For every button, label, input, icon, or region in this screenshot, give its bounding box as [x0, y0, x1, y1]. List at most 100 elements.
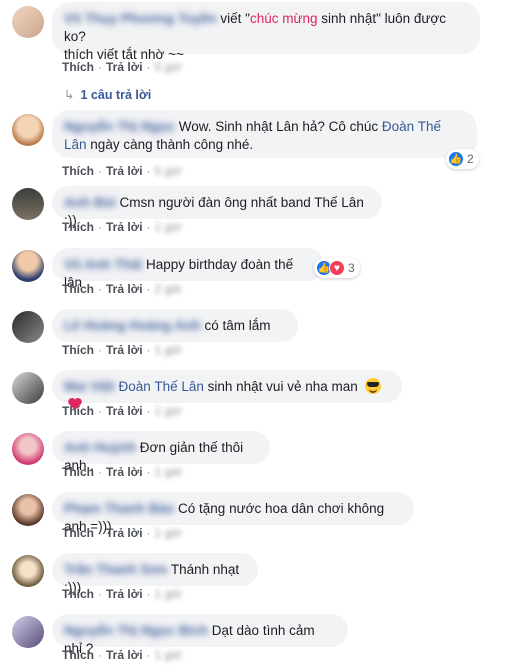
like-action[interactable]: Thích: [62, 526, 94, 540]
comment-bubble: Mai Việt Đoàn Thế Lân sinh nhật vui vẻ n…: [52, 370, 402, 410]
avatar[interactable]: [12, 6, 44, 38]
comment-actions: Thích · Trả lời · 1 giờ: [62, 587, 182, 601]
comment-text: Wow. Sinh nhật Lân hả? Cô chúc: [178, 119, 379, 134]
comment-bubble: Võ Thụy Phương Tuyền viết "chúc mừng sin…: [52, 2, 480, 62]
comment-actions: Thích · Trả lời · 1 giờ: [62, 465, 182, 479]
reaction-count: 2: [467, 152, 474, 166]
comment-time[interactable]: 1 giờ: [155, 648, 182, 662]
comment-bubble: Vũ Anh Thái Happy birthday đoàn thế lân: [52, 248, 324, 290]
comment-time[interactable]: 2 giờ: [155, 282, 182, 296]
love-reaction-icon: ♥: [329, 260, 345, 276]
separator: ·: [98, 343, 102, 357]
comment-bubble: Nguyễn Thị Ngọc Bích Dạt dào tình cảm nh…: [52, 614, 348, 656]
separator: ·: [146, 526, 151, 540]
sunglasses-emoji-icon: [364, 378, 381, 394]
separator: ·: [98, 465, 102, 479]
reply-action[interactable]: Trả lời: [106, 343, 143, 357]
comment-author[interactable]: Vũ Anh Thái: [64, 257, 142, 272]
comment-author[interactable]: Anh Huỳnh: [64, 440, 136, 455]
avatar[interactable]: [12, 433, 44, 465]
like-action[interactable]: Thích: [62, 648, 94, 662]
separator: ·: [98, 526, 102, 540]
view-replies-link[interactable]: ↳ 1 câu trả lời: [64, 87, 151, 102]
comment-author[interactable]: Phạm Thanh Bảo: [64, 501, 174, 516]
comment-author[interactable]: Anh Bùi: [64, 195, 116, 210]
avatar[interactable]: [12, 555, 44, 587]
comment-text: viết ": [220, 11, 250, 26]
comment-author[interactable]: Võ Thụy Phương Tuyền: [64, 11, 217, 26]
comment-author[interactable]: Nguyễn Thị Ngọc Bích: [64, 623, 208, 638]
reply-action[interactable]: Trả lời: [106, 60, 143, 74]
comment-time[interactable]: 1 giờ: [155, 526, 182, 540]
separator: ·: [146, 282, 151, 296]
avatar[interactable]: [12, 250, 44, 282]
like-action[interactable]: Thích: [62, 343, 94, 357]
avatar[interactable]: [12, 188, 44, 220]
comment-time[interactable]: 1 giờ: [155, 404, 182, 418]
comment-time[interactable]: 5 giờ: [155, 164, 182, 178]
separator: ·: [98, 648, 102, 662]
separator: ·: [146, 220, 151, 234]
comment-actions: Thích · Trả lời · 1 giờ: [62, 404, 182, 418]
comment-text: ngày càng thành công nhé.: [90, 137, 254, 152]
comment-actions: Thích · Trả lời · 1 giờ: [62, 220, 182, 234]
separator: ·: [98, 587, 102, 601]
separator: ·: [98, 282, 102, 296]
avatar[interactable]: [12, 616, 44, 648]
reply-action[interactable]: Trả lời: [106, 220, 143, 234]
avatar[interactable]: [12, 372, 44, 404]
comment-time[interactable]: 5 giờ: [155, 60, 182, 74]
like-action[interactable]: Thích: [62, 164, 94, 178]
reply-action[interactable]: Trả lời: [106, 164, 143, 178]
separator: ·: [146, 587, 151, 601]
reply-action[interactable]: Trả lời: [106, 648, 143, 662]
reply-arrow-icon: ↳: [64, 88, 75, 102]
comment-author[interactable]: Mai Việt: [64, 379, 115, 394]
comment-time[interactable]: 1 giờ: [155, 343, 182, 357]
comment-text-highlight: chúc mừng: [249, 11, 318, 26]
reply-action[interactable]: Trả lời: [106, 404, 143, 418]
reply-action[interactable]: Trả lời: [106, 587, 143, 601]
comment-time[interactable]: 1 giờ: [155, 465, 182, 479]
like-action[interactable]: Thích: [62, 587, 94, 601]
comment-author[interactable]: Trần Thanh Sơn: [64, 562, 167, 577]
separator: ·: [146, 404, 151, 418]
comment-time[interactable]: 1 giờ: [155, 220, 182, 234]
reaction-summary[interactable]: 👍 2: [446, 149, 479, 169]
comment-author[interactable]: Nguyễn Thị Ngọc: [64, 119, 175, 134]
reaction-summary[interactable]: 👍 ♥ 3: [314, 258, 360, 278]
comment-bubble: Nguyễn Thị Ngọc Wow. Sinh nhật Lân hả? C…: [52, 110, 477, 158]
comment-time[interactable]: 1 giờ: [155, 587, 182, 601]
comment-actions: Thích · Trả lời · 1 giờ: [62, 648, 182, 662]
like-reaction-icon: 👍: [448, 151, 464, 167]
separator: ·: [98, 220, 102, 234]
comment-actions: Thích · Trả lời · 5 giờ: [62, 164, 182, 178]
comment-bubble: Phạm Thanh Bảo Có tặng nước hoa dân chơi…: [52, 492, 414, 534]
like-action[interactable]: Thích: [62, 404, 94, 418]
comment-author[interactable]: Lê Hoàng Hoàng Anh: [64, 318, 201, 333]
comment-bubble: Anh Huỳnh Đơn giản thế thôi anh..: [52, 431, 270, 473]
separator: ·: [146, 164, 151, 178]
comment-actions: Thích · Trả lời · 2 giờ: [62, 282, 182, 296]
separator: ·: [98, 164, 102, 178]
comment-text: sinh nhật vui vẻ nha man: [207, 379, 358, 394]
separator: ·: [146, 648, 151, 662]
avatar[interactable]: [12, 114, 44, 146]
avatar[interactable]: [12, 494, 44, 526]
mention-link[interactable]: Đoàn Thế Lân: [119, 379, 204, 394]
comment-text: có tâm lắm: [204, 318, 271, 333]
like-action[interactable]: Thích: [62, 282, 94, 296]
separator: ·: [146, 60, 151, 74]
avatar[interactable]: [12, 311, 44, 343]
replies-count[interactable]: 1 câu trả lời: [80, 88, 151, 102]
like-action[interactable]: Thích: [62, 465, 94, 479]
comment-bubble: Anh Bùi Cmsn người đàn ông nhất band Thế…: [52, 186, 382, 228]
separator: ·: [98, 60, 102, 74]
separator: ·: [146, 465, 151, 479]
comment-bubble: Lê Hoàng Hoàng Anh có tâm lắm: [52, 309, 298, 342]
like-action[interactable]: Thích: [62, 60, 94, 74]
reply-action[interactable]: Trả lời: [106, 465, 143, 479]
like-action[interactable]: Thích: [62, 220, 94, 234]
reply-action[interactable]: Trả lời: [106, 282, 143, 296]
reply-action[interactable]: Trả lời: [106, 526, 143, 540]
